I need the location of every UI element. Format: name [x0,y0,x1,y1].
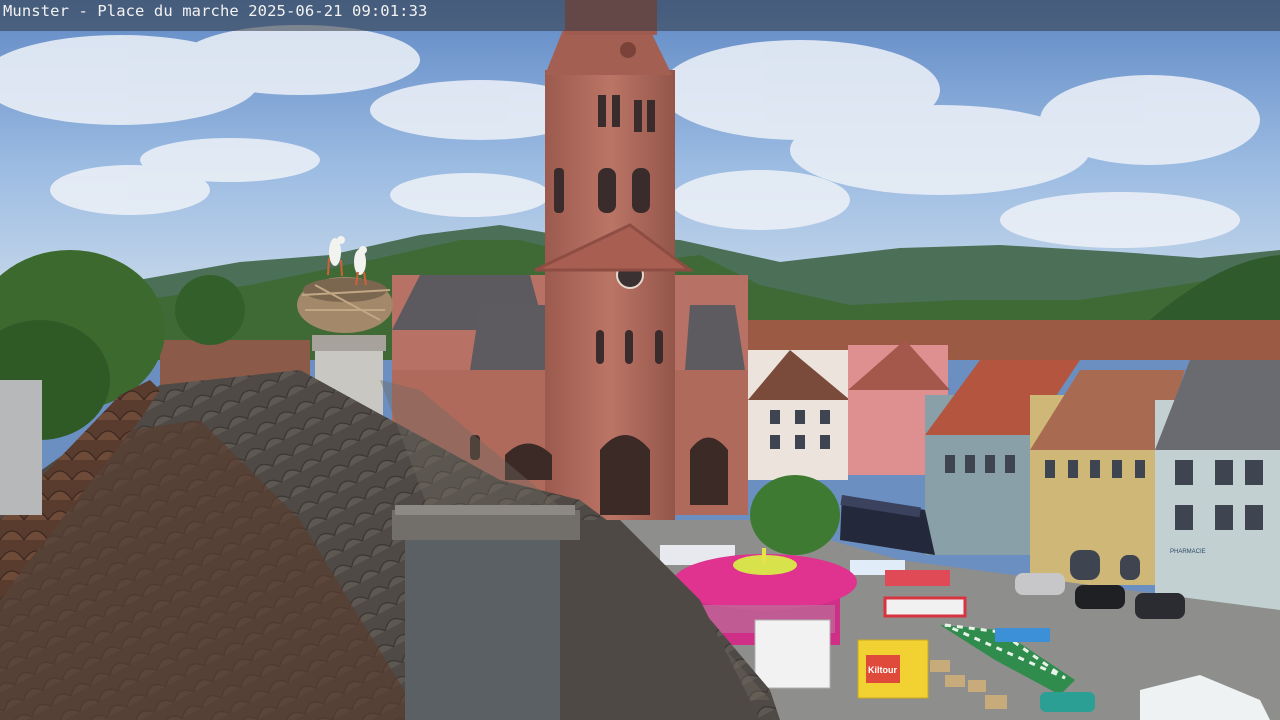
yellow-truck [857,639,929,699]
tree-center [750,475,840,555]
white-kiosk [754,619,831,689]
caption-time: 09:01:33 [352,2,428,20]
caption-location: Munster [3,2,70,20]
webcam-caption: Munster - Place du marche 2025-06-21 09:… [3,2,428,20]
stork-nest [297,277,393,333]
foreground-chimney [392,505,580,720]
caption-date: 2025-06-21 [248,2,343,20]
webcam-scene [0,0,1280,720]
left-edge-structure [0,380,42,515]
caption-place: Place du marche [97,2,239,20]
bus [840,495,935,555]
webcam-caption-bar: Munster - Place du marche 2025-06-21 09:… [0,0,1280,31]
